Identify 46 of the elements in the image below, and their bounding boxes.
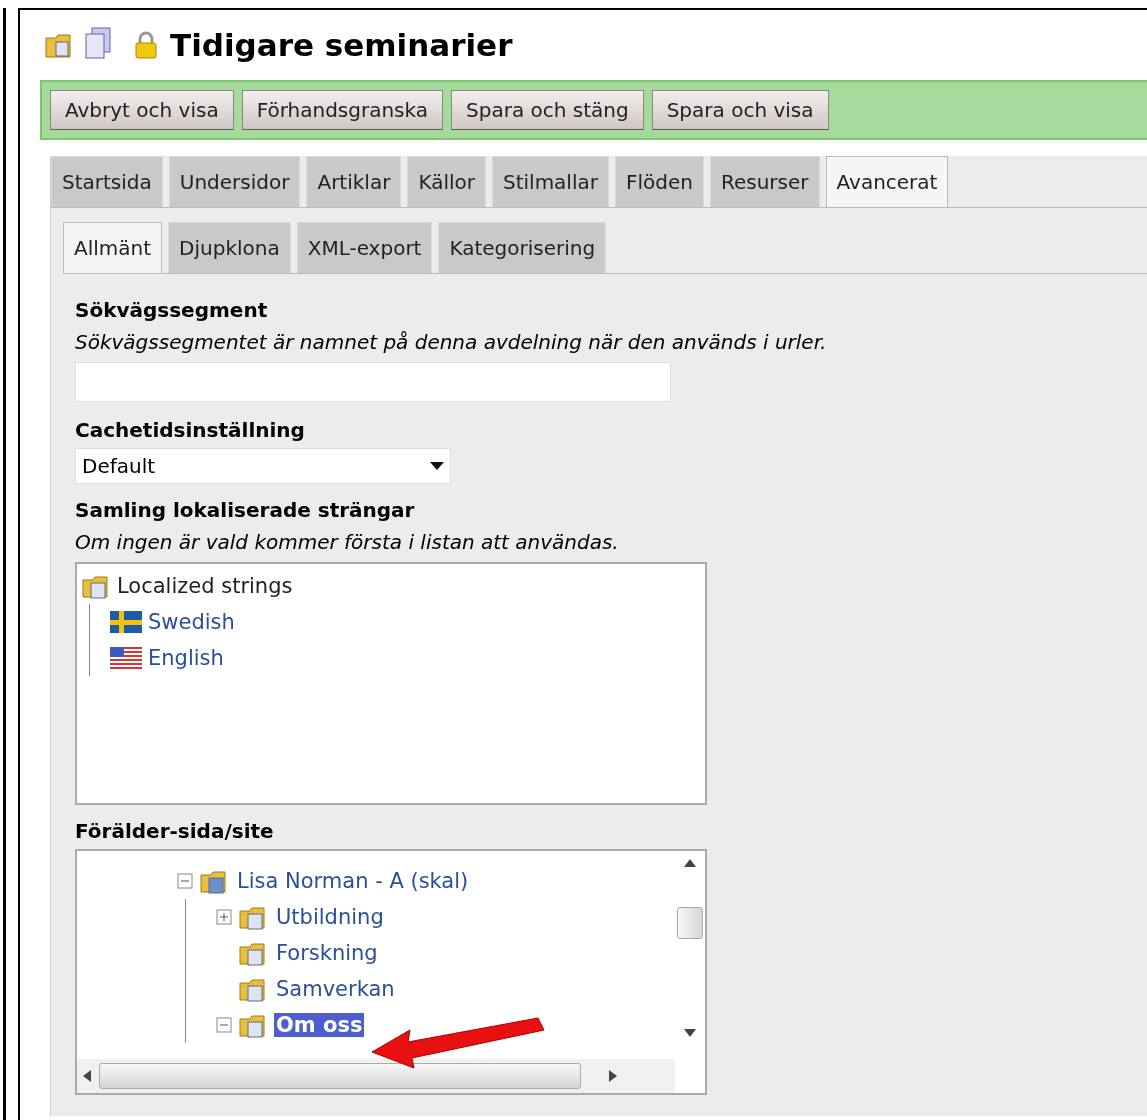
tree-item[interactable]: Samverkan bbox=[274, 977, 397, 1001]
toolbar-button[interactable]: Avbryt och visa bbox=[50, 90, 234, 130]
tab[interactable]: Startsida bbox=[51, 156, 163, 207]
field-label: Samling lokaliserade strängar bbox=[75, 498, 416, 522]
field-hint: Sökvägssegmentet är namnet på denna avdelning när den används i urler. bbox=[75, 330, 828, 354]
tab[interactable]: Flöden bbox=[614, 156, 704, 207]
tree-item[interactable]: Forskning bbox=[274, 941, 380, 965]
tab[interactable]: Kategorisering bbox=[438, 222, 607, 273]
scroll-right-icon[interactable] bbox=[609, 1070, 617, 1082]
field-label: Förälder-sida/site bbox=[75, 819, 275, 843]
tab[interactable]: Avancerat bbox=[825, 156, 949, 207]
tab[interactable]: Djupklona bbox=[168, 222, 291, 273]
tree-item[interactable]: Utbildning bbox=[274, 905, 386, 929]
toolbar-button[interactable]: Spara och visa bbox=[651, 90, 829, 130]
scroll-up-icon[interactable] bbox=[684, 859, 696, 867]
tree-item[interactable]: Om oss bbox=[274, 1013, 365, 1037]
field-hint: Om ingen är vald kommer första i listan att användas. bbox=[75, 530, 620, 554]
scroll-thumb[interactable] bbox=[677, 907, 703, 939]
tab[interactable]: Allmänt bbox=[63, 222, 163, 273]
page-title: Tidigare seminarier bbox=[170, 27, 513, 63]
lock-icon bbox=[134, 30, 158, 60]
caret-icon bbox=[430, 462, 444, 470]
tab[interactable]: Artiklar bbox=[306, 156, 402, 207]
tab[interactable]: Resurser bbox=[709, 156, 820, 207]
dropdown[interactable]: Default bbox=[75, 448, 451, 484]
swedish-flag-icon bbox=[110, 611, 142, 633]
toolbar-button[interactable]: Förhandsgranska bbox=[241, 90, 444, 130]
collapse-icon[interactable] bbox=[177, 873, 193, 889]
tree-item[interactable]: English bbox=[148, 646, 224, 670]
tab[interactable]: Stilmallar bbox=[492, 156, 609, 207]
tab[interactable]: Undersidor bbox=[168, 156, 301, 207]
expand-icon[interactable] bbox=[216, 909, 232, 925]
tree-item[interactable]: Lisa Norman - A (skal) bbox=[235, 869, 471, 893]
tab[interactable]: XML-export bbox=[296, 222, 433, 273]
scroll-thumb[interactable] bbox=[99, 1063, 581, 1089]
tree-item[interactable]: Localized strings bbox=[117, 574, 293, 598]
tab[interactable]: Källor bbox=[407, 156, 486, 207]
collapse-icon[interactable] bbox=[216, 1017, 232, 1033]
scroll-down-icon[interactable] bbox=[684, 1029, 696, 1037]
input-field[interactable] bbox=[75, 362, 671, 402]
field-label: Sökvägssegment bbox=[75, 298, 269, 322]
toolbar-button[interactable]: Spara och stäng bbox=[451, 90, 644, 130]
us-flag-icon bbox=[110, 647, 142, 669]
field-label: Cachetidsinställning bbox=[75, 418, 306, 442]
tree-item[interactable]: Swedish bbox=[148, 610, 235, 634]
scroll-left-icon[interactable] bbox=[83, 1070, 91, 1082]
